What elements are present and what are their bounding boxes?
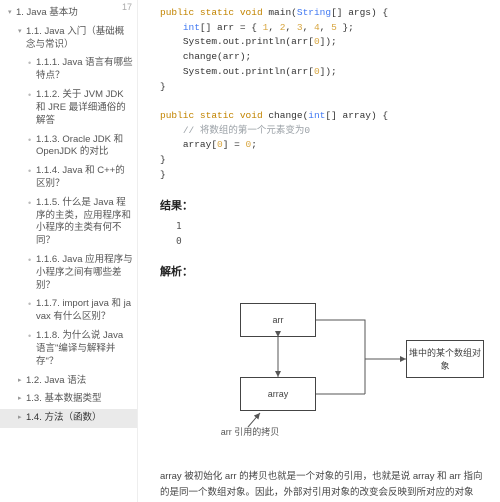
sidebar: 17 ▾1. Java 基本功▾1.1. Java 入门（基础概念与常识）•1.… [0, 0, 138, 502]
kw: public [160, 7, 194, 18]
bullet-icon: • [28, 254, 36, 266]
bullet-icon: • [28, 197, 36, 209]
sidebar-item-12[interactable]: ▸1.4. 方法（函数） [0, 409, 137, 428]
sidebar-item-label: 1.1. Java 入门（基础概念与常识） [26, 26, 133, 52]
sidebar-item-8[interactable]: •1.1.7. import java 和 javax 有什么区别？ [0, 295, 137, 327]
sidebar-item-1[interactable]: ▾1.1. Java 入门（基础概念与常识） [0, 23, 137, 55]
sidebar-item-label: 1. Java 基本功 [16, 7, 133, 20]
sidebar-item-2[interactable]: •1.1.1. Java 语言有哪些特点？ [0, 54, 137, 86]
sidebar-item-7[interactable]: •1.1.6. Java 应用程序与小程序之间有哪些差别？ [0, 251, 137, 295]
page-number: 17 [122, 2, 132, 12]
chevron-right-icon: ▸ [18, 393, 26, 403]
sidebar-item-label: 1.1.7. import java 和 javax 有什么区别？ [36, 298, 133, 324]
sidebar-item-0[interactable]: ▾1. Java 基本功 [0, 4, 137, 23]
sidebar-item-4[interactable]: •1.1.3. Oracle JDK 和 OpenJDK 的对比 [0, 131, 137, 163]
diagram-box-heap: 堆中的某个数组对象 [406, 340, 484, 378]
sidebar-item-label: 1.1.4. Java 和 C++的区别？ [36, 165, 133, 191]
sidebar-item-11[interactable]: ▸1.3. 基本数据类型 [0, 390, 137, 409]
sidebar-item-label: 1.2. Java 语法 [26, 375, 133, 388]
analysis-heading: 解析： [160, 263, 484, 279]
sidebar-item-label: 1.1.1. Java 语言有哪些特点？ [36, 57, 133, 83]
main-content: public static void main(String[] args) {… [138, 0, 500, 502]
sidebar-item-3[interactable]: •1.1.2. 关于 JVM JDK 和 JRE 最详细通俗的解答 [0, 86, 137, 130]
sidebar-item-5[interactable]: •1.1.4. Java 和 C++的区别？ [0, 162, 137, 194]
sidebar-item-label: 1.1.5. 什么是 Java 程序的主类，应用程序和小程序的主类有何不同？ [36, 197, 133, 248]
bullet-icon: • [28, 330, 36, 342]
sidebar-item-6[interactable]: •1.1.5. 什么是 Java 程序的主类，应用程序和小程序的主类有何不同？ [0, 194, 137, 251]
sidebar-item-label: 1.1.6. Java 应用程序与小程序之间有哪些差别？ [36, 254, 133, 292]
chevron-down-icon: ▾ [8, 7, 16, 17]
sidebar-item-label: 1.1.2. 关于 JVM JDK 和 JRE 最详细通俗的解答 [36, 89, 133, 127]
sidebar-item-label: 1.1.3. Oracle JDK 和 OpenJDK 的对比 [36, 134, 133, 160]
diagram-box-array: array [240, 377, 316, 411]
chevron-down-icon: ▾ [18, 26, 26, 36]
reference-diagram: arr array 堆中的某个数组对象 arr 引用的拷贝 [160, 285, 490, 455]
sidebar-item-10[interactable]: ▸1.2. Java 语法 [0, 372, 137, 391]
sidebar-item-label: 1.4. 方法（函数） [26, 412, 133, 425]
sidebar-item-label: 1.1.8. 为什么说 Java 语言"编译与解释并存"？ [36, 330, 133, 368]
diagram-box-arr: arr [240, 303, 316, 337]
code-block: public static void main(String[] args) {… [160, 6, 484, 183]
chevron-right-icon: ▸ [18, 375, 26, 385]
chevron-right-icon: ▸ [18, 412, 26, 422]
result-output: 1 0 [160, 219, 484, 249]
diagram-label-copy: arr 引用的拷贝 [220, 427, 280, 439]
bullet-icon: • [28, 165, 36, 177]
sidebar-item-9[interactable]: •1.1.8. 为什么说 Java 语言"编译与解释并存"？ [0, 327, 137, 371]
bullet-icon: • [28, 57, 36, 69]
result-heading: 结果： [160, 197, 484, 213]
bullet-icon: • [28, 89, 36, 101]
bullet-icon: • [28, 298, 36, 310]
sidebar-item-label: 1.3. 基本数据类型 [26, 393, 133, 406]
bullet-icon: • [28, 134, 36, 146]
paragraph-1: array 被初始化 arr 的拷贝也就是一个对象的引用，也就是说 array … [160, 469, 484, 502]
